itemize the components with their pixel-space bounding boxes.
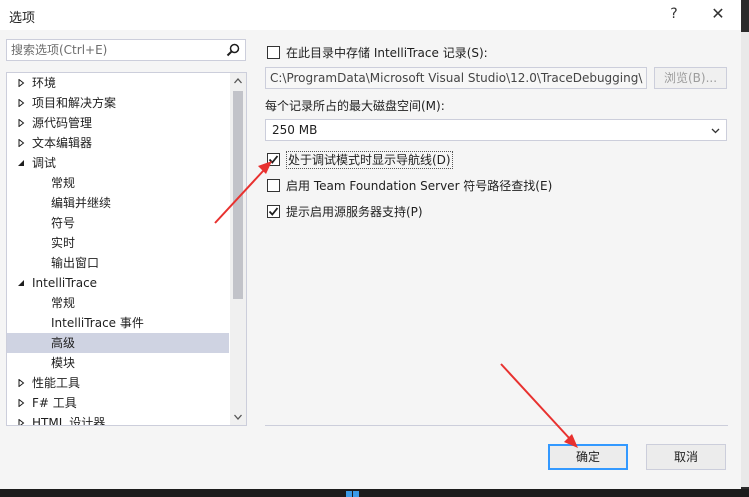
dialog-title: 选项 <box>9 11 36 26</box>
scroll-thumb[interactable] <box>233 91 243 299</box>
ok-button[interactable]: 确定 <box>548 444 628 470</box>
tree-item[interactable]: 性能工具 <box>7 373 229 393</box>
tree-item-label: 实时 <box>51 236 76 250</box>
tree-item[interactable]: 源代码管理 <box>7 113 229 133</box>
checkmark-icon <box>268 207 279 216</box>
tree-item[interactable]: 符号 <box>7 213 229 233</box>
tree-item-label: F# 工具 <box>32 396 77 410</box>
help-button[interactable]: ? <box>664 4 684 24</box>
tree-scrollbar[interactable] <box>230 73 246 425</box>
collapsed-arrow-icon[interactable] <box>17 419 25 426</box>
checkmark-icon <box>268 155 279 164</box>
tree-item[interactable]: IntelliTrace <box>7 273 229 293</box>
tree-item-label: 环境 <box>32 76 57 90</box>
show-nav-gutter-checkbox[interactable] <box>267 153 280 166</box>
tree-item[interactable]: 常规 <box>7 173 229 193</box>
tree-item-label: 模块 <box>51 356 76 370</box>
search-box <box>6 39 246 61</box>
max-size-value: 250 MB <box>272 123 318 137</box>
store-recordings-label: 在此目录中存储 IntelliTrace 记录(S): <box>286 46 488 60</box>
close-button[interactable]: ✕ <box>706 4 730 24</box>
browse-button[interactable]: 浏览(B)... <box>654 67 727 89</box>
store-recordings-checkbox[interactable] <box>267 46 280 59</box>
options-dialog: 选项 ? ✕ 环境项目和解决方案源代码管理文本编辑器调试常规编辑并继续符号实时输… <box>0 0 741 497</box>
tree-item-label: 编辑并继续 <box>51 196 112 210</box>
tree-item-label: 符号 <box>51 216 76 230</box>
tree-item-label: 性能工具 <box>32 376 81 390</box>
expanded-arrow-icon[interactable] <box>17 279 25 287</box>
chevron-down-icon[interactable] <box>711 126 720 135</box>
tree-item-label: 调试 <box>32 156 57 170</box>
tree-item[interactable]: 调试 <box>7 153 229 173</box>
search-input[interactable] <box>11 42 221 58</box>
tree-item[interactable]: 实时 <box>7 233 229 253</box>
source-server-checkbox[interactable] <box>267 205 280 218</box>
max-size-label: 每个记录所占的最大磁盘空间(M): <box>265 99 445 113</box>
tree-item-label: IntelliTrace <box>32 276 98 290</box>
options-tree: 环境 项目和解决方案 源代码管理 文本编辑器 调试 常规 编辑并继续 符号 实时 输出窗口 Inte… <box>6 72 247 426</box>
max-size-select[interactable]: 250 MB <box>265 119 727 141</box>
expanded-arrow-icon[interactable] <box>17 159 25 167</box>
collapsed-arrow-icon[interactable] <box>17 139 25 147</box>
background-window-edge <box>741 0 749 497</box>
tree-item[interactable]: 项目和解决方案 <box>7 93 229 113</box>
tree-item[interactable]: HTML 设计器 <box>7 413 229 426</box>
source-server-label: 提示启用源服务器支持(P) <box>286 205 423 219</box>
scroll-down-arrow-icon[interactable] <box>234 413 242 421</box>
collapsed-arrow-icon[interactable] <box>17 119 25 127</box>
tree-item[interactable]: IntelliTrace 事件 <box>7 313 229 333</box>
title-bar: 选项 ? ✕ <box>0 0 741 30</box>
collapsed-arrow-icon[interactable] <box>17 79 25 87</box>
tfs-symbols-checkbox[interactable] <box>267 179 280 192</box>
show-nav-gutter-label: 处于调试模式时显示导航线(D) <box>286 151 453 169</box>
tree-item-label: 常规 <box>51 176 76 190</box>
tree-item-label: 常规 <box>51 296 76 310</box>
cancel-button[interactable]: 取消 <box>646 444 726 470</box>
tree-item-label: 输出窗口 <box>51 256 100 270</box>
tree-item[interactable]: 模块 <box>7 353 229 373</box>
tree-item-label: HTML 设计器 <box>32 416 106 426</box>
tree-item[interactable]: 环境 <box>7 73 229 93</box>
taskbar <box>0 489 749 497</box>
windows-logo-icon[interactable] <box>346 489 360 497</box>
recording-path-field[interactable]: C:\ProgramData\Microsoft Visual Studio\1… <box>265 67 647 89</box>
collapsed-arrow-icon[interactable] <box>17 379 25 387</box>
tree-item[interactable]: 编辑并继续 <box>7 193 229 213</box>
tree-item-label: 高级 <box>51 336 76 350</box>
tree-item[interactable]: 高级 <box>7 333 229 353</box>
tree-item-label: 文本编辑器 <box>32 136 93 150</box>
tree-item-label: IntelliTrace 事件 <box>51 316 144 330</box>
search-icon[interactable] <box>225 42 241 58</box>
collapsed-arrow-icon[interactable] <box>17 99 25 107</box>
tree-item[interactable]: F# 工具 <box>7 393 229 413</box>
tree-item[interactable]: 常规 <box>7 293 229 313</box>
scroll-up-arrow-icon[interactable] <box>234 77 242 85</box>
tree-item-label: 源代码管理 <box>32 116 93 130</box>
tree-item[interactable]: 输出窗口 <box>7 253 229 273</box>
collapsed-arrow-icon[interactable] <box>17 399 25 407</box>
tree-item[interactable]: 文本编辑器 <box>7 133 229 153</box>
footer-separator <box>265 425 728 426</box>
tree-item-label: 项目和解决方案 <box>32 96 117 110</box>
tfs-symbols-label: 启用 Team Foundation Server 符号路径查找(E) <box>286 179 553 193</box>
